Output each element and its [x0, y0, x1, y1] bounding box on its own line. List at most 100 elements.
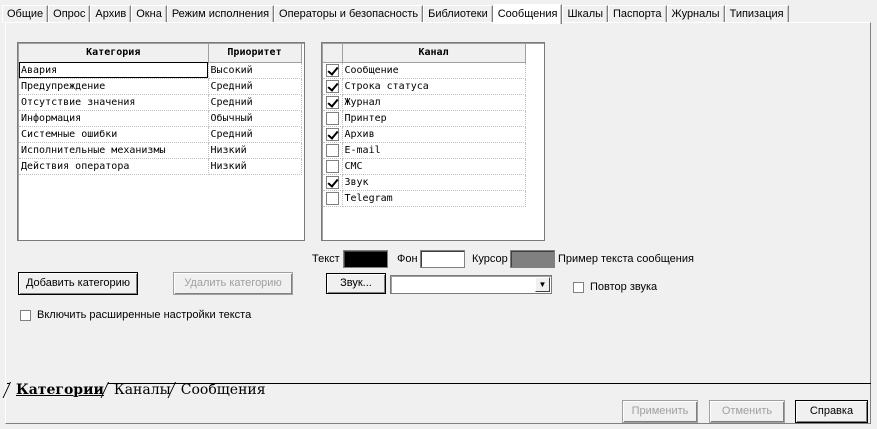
- table-row[interactable]: Исполнительные механизмы Низкий: [19, 142, 302, 159]
- channel-checkbox[interactable]: [325, 95, 339, 109]
- priority-cell[interactable]: Средний: [208, 126, 302, 143]
- channel-checkbox-cell[interactable]: [323, 110, 343, 127]
- bottom-tab-bar: Категории Каналы Сообщения: [10, 382, 270, 399]
- sound-select[interactable]: ▼: [390, 275, 552, 294]
- table-row[interactable]: Telegram: [323, 190, 526, 207]
- table-row[interactable]: Журнал: [323, 94, 526, 111]
- bg-color-swatch[interactable]: [420, 250, 465, 268]
- tab-poll[interactable]: Опрос: [48, 5, 91, 23]
- priority-cell[interactable]: Низкий: [208, 142, 302, 159]
- bg-color-label: Фон: [397, 253, 418, 265]
- tab-categories[interactable]: Категории: [10, 382, 108, 399]
- text-color-swatch[interactable]: [343, 250, 388, 268]
- category-cell[interactable]: Исполнительные механизмы: [19, 142, 209, 159]
- tab-execution-mode[interactable]: Режим исполнения: [166, 5, 275, 23]
- channel-checkbox[interactable]: [325, 191, 339, 205]
- priority-cell[interactable]: Средний: [208, 78, 302, 95]
- category-cell[interactable]: Отсутствие значения: [19, 94, 209, 111]
- cursor-color-swatch[interactable]: [510, 250, 555, 268]
- channel-column-header[interactable]: Канал: [342, 44, 526, 63]
- priority-cell[interactable]: Средний: [208, 94, 302, 111]
- repeat-sound-box[interactable]: [573, 281, 584, 293]
- tab-bottom-messages[interactable]: Сообщения: [175, 382, 270, 399]
- table-row[interactable]: СМС: [323, 158, 526, 175]
- channel-name-cell[interactable]: Сообщение: [342, 62, 526, 79]
- channel-checkbox[interactable]: [325, 127, 339, 141]
- channel-checkbox-cell[interactable]: [323, 126, 343, 143]
- help-button[interactable]: Справка: [795, 400, 868, 423]
- add-category-button[interactable]: Добавить категорию: [18, 272, 138, 295]
- channel-checkbox[interactable]: [325, 175, 339, 189]
- tab-libraries[interactable]: Библиотеки: [423, 5, 493, 23]
- table-row[interactable]: Предупреждение Средний: [19, 78, 302, 95]
- category-column-header[interactable]: Категория: [19, 44, 209, 63]
- tab-operators-security[interactable]: Операторы и безопасность: [274, 5, 424, 23]
- tab-journals[interactable]: Журналы: [666, 5, 725, 23]
- channel-name-cell[interactable]: Звук: [342, 174, 526, 191]
- tab-general[interactable]: Общие: [2, 5, 49, 23]
- table-row[interactable]: E-mail: [323, 142, 526, 159]
- extended-text-label: Включить расширенные настройки текста: [37, 309, 252, 321]
- channel-checkbox-cell[interactable]: [323, 94, 343, 111]
- category-cell[interactable]: Информация: [19, 110, 209, 127]
- tab-typing[interactable]: Типизация: [724, 5, 789, 23]
- table-row[interactable]: Авария Высокий: [19, 62, 302, 79]
- repeat-sound-checkbox[interactable]: Повтор звука: [573, 281, 657, 293]
- extended-text-box[interactable]: [20, 309, 31, 321]
- channel-checkbox-cell[interactable]: [323, 190, 343, 207]
- checkbox-column-header: [323, 44, 343, 63]
- channel-checkbox-cell[interactable]: [323, 62, 343, 79]
- channel-name-cell[interactable]: СМС: [342, 158, 526, 175]
- priority-column-header[interactable]: Приоритет: [208, 44, 302, 63]
- channel-checkbox[interactable]: [325, 79, 339, 93]
- category-cell[interactable]: Системные ошибки: [19, 126, 209, 143]
- category-cell[interactable]: Действия оператора: [19, 158, 209, 175]
- channel-checkbox-cell[interactable]: [323, 78, 343, 95]
- extended-text-checkbox[interactable]: Включить расширенные настройки текста: [20, 309, 251, 321]
- channel-grid[interactable]: Канал Сообщение Строка статуса Журнал Принт…: [321, 42, 545, 241]
- priority-cell[interactable]: Обычный: [208, 110, 302, 127]
- tab-channels[interactable]: Каналы: [108, 382, 175, 399]
- apply-button[interactable]: Применить: [622, 400, 698, 423]
- channel-checkbox-cell[interactable]: [323, 142, 343, 159]
- channel-name-cell[interactable]: Строка статуса: [342, 78, 526, 95]
- channel-name-cell[interactable]: E-mail: [342, 142, 526, 159]
- table-row[interactable]: Принтер: [323, 110, 526, 127]
- channel-checkbox-cell[interactable]: [323, 158, 343, 175]
- table-row[interactable]: Действия оператора Низкий: [19, 158, 302, 175]
- sound-button[interactable]: Звук...: [326, 273, 386, 294]
- table-row[interactable]: Системные ошибки Средний: [19, 126, 302, 143]
- table-row[interactable]: Строка статуса: [323, 78, 526, 95]
- cursor-color-label: Курсор: [472, 253, 508, 265]
- category-cell[interactable]: Предупреждение: [19, 78, 209, 95]
- channel-name-cell[interactable]: Архив: [342, 126, 526, 143]
- channel-checkbox[interactable]: [325, 143, 339, 157]
- top-tab-bar: Общие Опрос Архив Окна Режим исполнения …: [2, 4, 875, 24]
- delete-category-button[interactable]: Удалить категорию: [173, 272, 293, 295]
- table-row[interactable]: Отсутствие значения Средний: [19, 94, 302, 111]
- table-row[interactable]: Звук: [323, 174, 526, 191]
- repeat-sound-label: Повтор звука: [590, 281, 658, 293]
- tab-windows[interactable]: Окна: [131, 5, 167, 23]
- chevron-down-icon[interactable]: ▼: [535, 277, 550, 292]
- channel-name-cell[interactable]: Журнал: [342, 94, 526, 111]
- priority-cell[interactable]: Низкий: [208, 158, 302, 175]
- channel-name-cell[interactable]: Telegram: [342, 190, 526, 207]
- cancel-button[interactable]: Отменить: [709, 400, 785, 423]
- table-row[interactable]: Архив: [323, 126, 526, 143]
- category-grid[interactable]: Категория Приоритет Авария Высокий Преду…: [17, 42, 305, 241]
- text-color-label: Текст: [312, 253, 340, 265]
- tab-archive[interactable]: Архив: [90, 5, 132, 23]
- channel-checkbox[interactable]: [325, 63, 339, 77]
- priority-cell[interactable]: Высокий: [208, 62, 302, 79]
- channel-name-cell[interactable]: Принтер: [342, 110, 526, 127]
- tab-messages[interactable]: Сообщения: [492, 4, 563, 24]
- tab-scales[interactable]: Шкалы: [562, 5, 609, 23]
- channel-checkbox[interactable]: [325, 159, 339, 173]
- table-row[interactable]: Сообщение: [323, 62, 526, 79]
- category-cell[interactable]: Авария: [19, 62, 209, 79]
- channel-checkbox[interactable]: [325, 111, 339, 125]
- tab-passports[interactable]: Паспорта: [608, 5, 667, 23]
- table-row[interactable]: Информация Обычный: [19, 110, 302, 127]
- channel-checkbox-cell[interactable]: [323, 174, 343, 191]
